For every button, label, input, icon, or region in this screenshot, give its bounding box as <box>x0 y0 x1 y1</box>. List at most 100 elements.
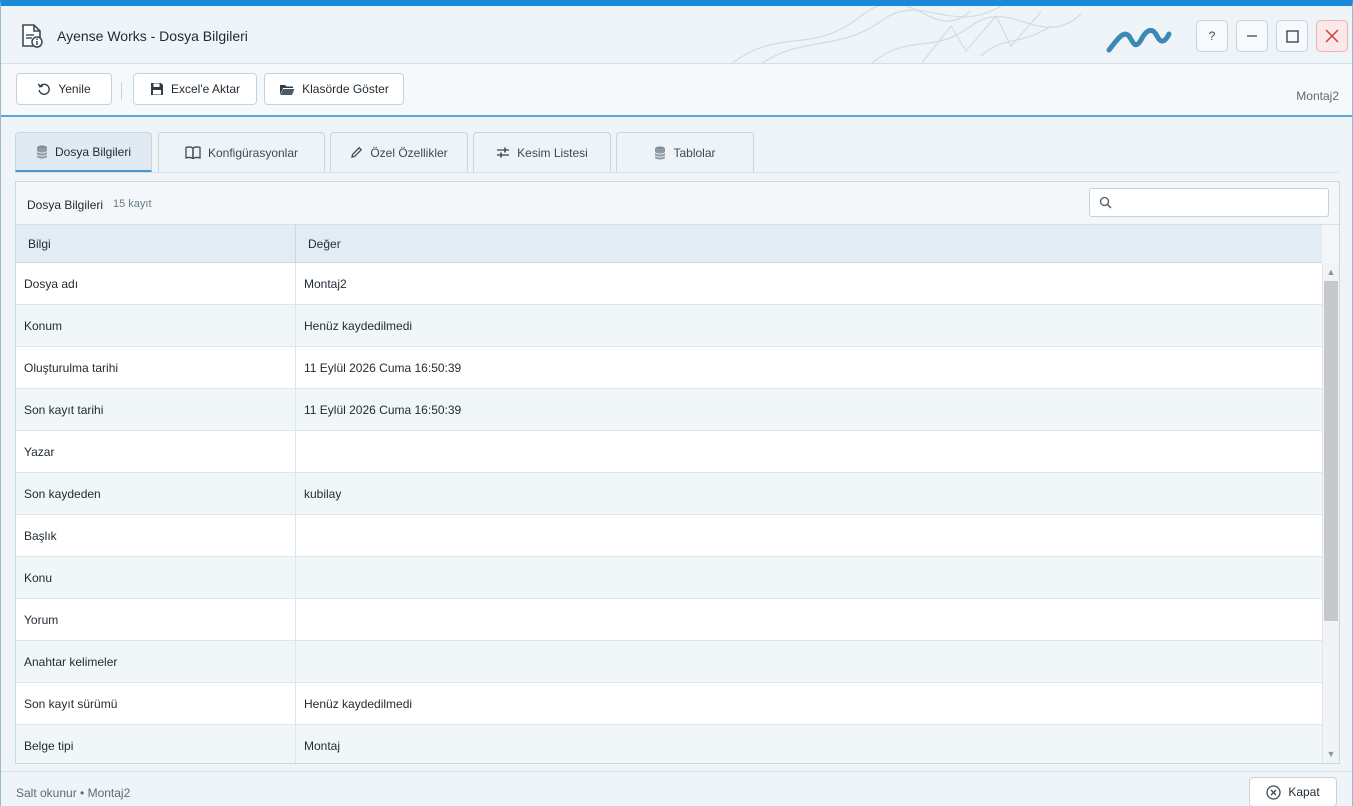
title-decoration <box>731 6 1172 63</box>
toolbar-separator <box>121 82 122 100</box>
cell-divider <box>295 389 296 431</box>
cell-divider <box>295 725 296 763</box>
cell-deger: Montaj <box>304 739 341 753</box>
tab-label: Kesim Listesi <box>517 145 588 160</box>
help-button[interactable]: ? <box>1196 20 1228 52</box>
cell-deger: Henüz kaydedilmedi <box>304 697 413 711</box>
cell-bilgi: Son kayıt sürümü <box>24 697 118 711</box>
grid-header: Bilgi Değer <box>16 225 1322 263</box>
cell-divider <box>295 515 296 557</box>
cell-deger: Henüz kaydedilmedi <box>304 319 413 333</box>
cell-divider <box>295 473 296 515</box>
grid-rows: Dosya adı Montaj2 Konum Henüz kaydedilmedi O… <box>16 263 1322 763</box>
panel-header: Dosya Bilgileri 15 kayıt <box>16 182 1339 225</box>
pencil-icon <box>351 146 363 158</box>
cell-deger: kubilay <box>304 487 342 501</box>
export-excel-button[interactable]: Excel'e Aktar <box>133 73 257 105</box>
cell-deger: 11 Eylül 2026 Cuma 16:50:39 <box>304 403 462 417</box>
cell-divider <box>295 431 296 473</box>
info-panel: Dosya Bilgileri 15 kayıt Bilgi Değer Dos… <box>15 181 1340 764</box>
panel-title: Dosya Bilgileri <box>27 198 104 212</box>
tab-label: Konfigürasyonlar <box>207 145 299 160</box>
cell-bilgi: Yorum <box>24 613 59 627</box>
minimize-button[interactable] <box>1236 20 1268 52</box>
tab-kesim-listesi[interactable]: Kesim Listesi <box>473 132 611 172</box>
refresh-button[interactable]: Yenile <box>16 73 112 105</box>
show-in-folder-button[interactable]: Klasörde Göster <box>264 73 404 105</box>
window-title: Ayense Works - Dosya Bilgileri <box>57 28 248 44</box>
sliders-icon <box>497 147 510 158</box>
tab-label: Tablolar <box>673 145 716 160</box>
title-bar[interactable]: Ayense Works - Dosya Bilgileri ? <box>1 6 1352 64</box>
cell-divider <box>295 305 296 347</box>
cell-divider <box>295 683 296 725</box>
export-excel-label: Excel'e Aktar <box>171 82 240 96</box>
search-input[interactable] <box>1120 193 1320 213</box>
minimize-icon <box>1247 35 1257 37</box>
table-row[interactable]: Konum Henüz kaydedilmedi <box>16 305 1322 347</box>
tab-ozel-ozellikler[interactable]: Özel Özellikler <box>330 132 468 172</box>
tab-konfigurasyonlar[interactable]: Konfigürasyonlar <box>158 132 325 172</box>
table-row[interactable]: Oluşturulma tarihi 11 Eylül 2026 Cuma 16:… <box>16 347 1322 389</box>
chevron-down-icon[interactable]: ▼ <box>1323 746 1339 762</box>
help-label: ? <box>1208 29 1216 43</box>
brand-logo-mark <box>1106 28 1172 53</box>
cell-bilgi: Başlık <box>24 529 57 543</box>
close-icon <box>1325 29 1339 43</box>
close-window-button[interactable] <box>1316 20 1348 52</box>
record-count: 15 kayıt <box>113 198 152 210</box>
cell-bilgi: Konu <box>24 571 53 585</box>
tab-dosya-bilgileri[interactable]: Dosya Bilgileri <box>15 132 152 172</box>
refresh-label: Yenile <box>58 82 91 96</box>
table-row[interactable]: Konu <box>16 557 1322 599</box>
cell-deger: 11 Eylül 2026 Cuma 16:50:39 <box>304 361 462 375</box>
maximize-icon <box>1285 29 1299 43</box>
table-row[interactable]: Son kaydeden kubilay <box>16 473 1322 515</box>
status-bar: Salt okunur • Montaj2 Kapat <box>1 771 1352 806</box>
cell-bilgi: Son kaydeden <box>24 487 101 501</box>
table-row[interactable]: Son kayıt sürümü Henüz kaydedilmedi <box>16 683 1322 725</box>
table-row[interactable]: Belge tipi Montaj <box>16 725 1322 763</box>
cell-bilgi: Son kayıt tarihi <box>24 403 104 417</box>
database-icon <box>36 145 48 158</box>
vertical-scrollbar[interactable]: ▲ ▼ <box>1322 263 1339 763</box>
cell-divider <box>295 557 296 599</box>
refresh-icon <box>38 83 51 95</box>
cell-bilgi: Konum <box>24 319 63 333</box>
table-row[interactable]: Başlık <box>16 515 1322 557</box>
document-name: Montaj2 <box>1296 89 1339 103</box>
toolbar: Yenile Excel'e Aktar Klasörde Göster Mon… <box>1 64 1352 117</box>
table-row[interactable]: Yazar <box>16 431 1322 473</box>
cell-divider <box>295 347 296 389</box>
database-icon <box>655 146 666 159</box>
table-row[interactable]: Anahtar kelimeler <box>16 641 1322 683</box>
tab-tablolar[interactable]: Tablolar <box>616 132 754 172</box>
close-button[interactable]: Kapat <box>1249 777 1337 806</box>
folder-open-icon <box>280 84 295 95</box>
search-icon <box>1099 196 1112 209</box>
cell-bilgi: Dosya adı <box>24 277 79 291</box>
scrollbar-thumb[interactable] <box>1324 281 1338 621</box>
close-circle-icon <box>1266 784 1281 800</box>
save-icon <box>151 83 163 95</box>
document-info-icon <box>22 24 43 48</box>
column-header-deger[interactable]: Değer <box>296 225 341 263</box>
tab-strip: Dosya Bilgileri Konfigürasyonlar Özel Öz… <box>15 126 1339 173</box>
search-box[interactable] <box>1089 188 1329 217</box>
tab-label: Özel Özellikler <box>370 145 448 160</box>
column-header-bilgi[interactable]: Bilgi <box>16 225 51 263</box>
cell-divider <box>295 263 296 305</box>
app-window: Ayense Works - Dosya Bilgileri ? Yenile … <box>0 0 1353 806</box>
cell-bilgi: Anahtar kelimeler <box>24 655 118 669</box>
table-row[interactable]: Yorum <box>16 599 1322 641</box>
cell-bilgi: Belge tipi <box>24 739 74 753</box>
status-text: Salt okunur • Montaj2 <box>16 786 131 800</box>
cell-divider <box>295 599 296 641</box>
chevron-up-icon[interactable]: ▲ <box>1323 264 1339 280</box>
table-row[interactable]: Son kayıt tarihi 11 Eylül 2026 Cuma 16:50… <box>16 389 1322 431</box>
book-icon <box>185 146 201 159</box>
table-row[interactable]: Dosya adı Montaj2 <box>16 263 1322 305</box>
maximize-button[interactable] <box>1276 20 1308 52</box>
cell-divider <box>295 641 296 683</box>
tab-label: Dosya Bilgileri <box>54 144 132 159</box>
